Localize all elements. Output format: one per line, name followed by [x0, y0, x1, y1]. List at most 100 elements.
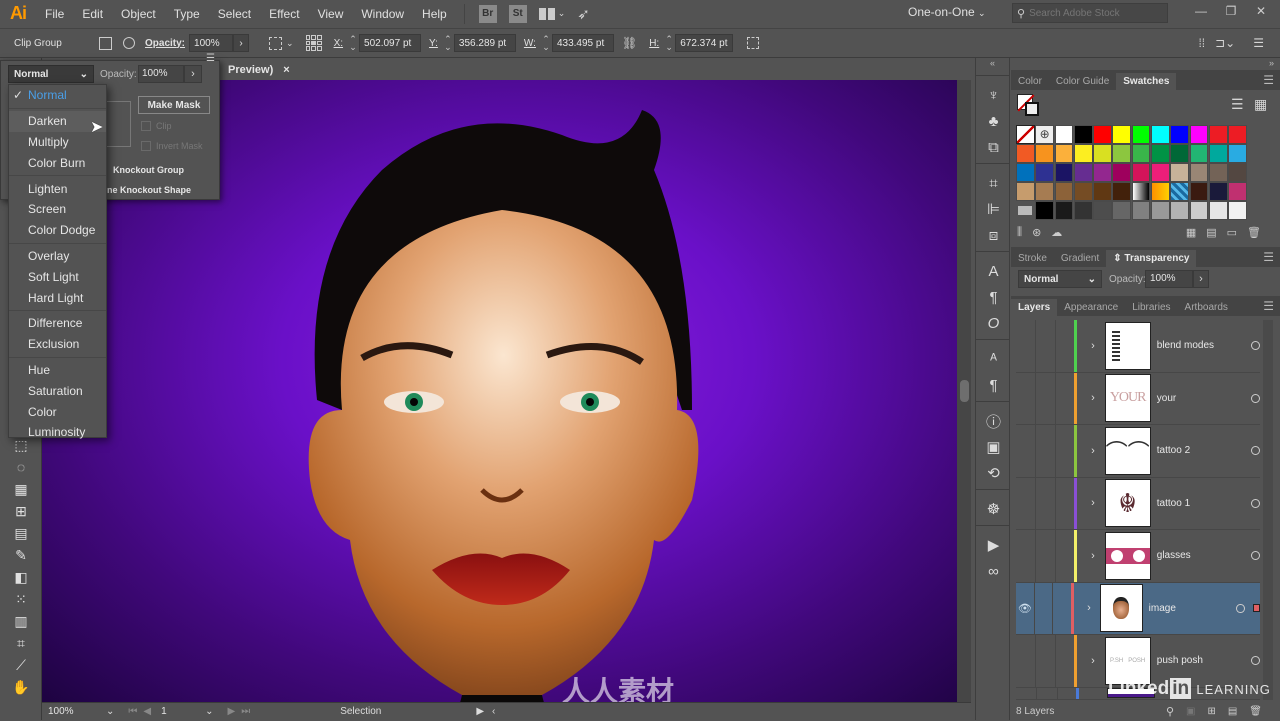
- menu-view[interactable]: View: [309, 7, 353, 21]
- list-view-icon[interactable]: ☰: [1231, 96, 1244, 113]
- zoom-level[interactable]: 100%: [44, 702, 106, 721]
- symbols-icon[interactable]: ♣: [976, 108, 1011, 134]
- slice-tool[interactable]: ⟋: [8, 654, 34, 676]
- make-clipping-mask-icon[interactable]: ▣: [1186, 706, 1195, 717]
- paragraph-styles-icon[interactable]: ¶: [976, 372, 1011, 398]
- make-mask-button[interactable]: Make Mask: [138, 96, 210, 114]
- chevron-down-icon[interactable]: ⌄: [106, 706, 114, 717]
- perspective-grid-tool[interactable]: ▦: [8, 478, 34, 500]
- previous-artboard-button[interactable]: ◀: [143, 706, 151, 717]
- swatch[interactable]: [1208, 163, 1228, 182]
- swatch[interactable]: [1228, 144, 1247, 163]
- w-field[interactable]: 433.495 pt: [551, 34, 614, 52]
- swatch[interactable]: [1054, 144, 1074, 163]
- swatch[interactable]: [1035, 201, 1054, 220]
- menu-help[interactable]: Help: [413, 7, 456, 21]
- chevron-down-icon[interactable]: ⌄: [205, 706, 213, 717]
- target-circle-icon[interactable]: [1251, 498, 1260, 508]
- tab-appearance[interactable]: Appearance: [1057, 299, 1125, 316]
- cc-libraries-icon[interactable]: ☁: [1051, 226, 1062, 239]
- opacity-mask-knockout-label[interactable]: ne Knockout Shape: [107, 185, 191, 195]
- blend-option-exclusion[interactable]: Exclusion: [9, 334, 106, 355]
- layer-name[interactable]: glasses: [1157, 550, 1244, 561]
- constrain-proportions-icon[interactable]: ⛓: [622, 36, 637, 50]
- swatch[interactable]: [1112, 144, 1132, 163]
- align-panel-icon[interactable]: ⊫: [976, 196, 1011, 222]
- swatch[interactable]: [1170, 144, 1189, 163]
- graphic-styles-icon[interactable]: ⧉: [976, 134, 1011, 160]
- document-info-icon[interactable]: ▣: [976, 434, 1011, 460]
- arrange-documents-button[interactable]: ⌄: [538, 7, 565, 20]
- swatch-group-folder[interactable]: [1016, 201, 1035, 220]
- swatch[interactable]: [1189, 144, 1209, 163]
- blend-option-difference[interactable]: Difference: [9, 313, 106, 334]
- swatch[interactable]: [1131, 182, 1151, 201]
- transform-options-icon[interactable]: [269, 36, 283, 50]
- bridge-button[interactable]: Br: [478, 4, 497, 23]
- blend-mode-select[interactable]: Normal ⌄: [8, 65, 94, 83]
- transform-panel-icon[interactable]: ⌗: [976, 170, 1011, 196]
- layer-row[interactable]: › ⌒⌒ tattoo 2: [1016, 425, 1260, 478]
- layer-row[interactable]: 👁 › image: [1016, 582, 1260, 635]
- hand-tool[interactable]: ✋: [8, 676, 34, 698]
- layer-name[interactable]: tattoo 2: [1157, 445, 1244, 456]
- h-field[interactable]: 672.374 pt: [675, 34, 734, 52]
- panel-menu-icon[interactable]: ☰: [206, 53, 215, 64]
- panel-menu-icon[interactable]: ☰: [1263, 250, 1274, 264]
- swatch[interactable]: [1189, 163, 1209, 182]
- character-icon[interactable]: A: [976, 258, 1011, 284]
- grid-view-icon[interactable]: ▦: [1254, 96, 1267, 113]
- lasso-tool[interactable]: ◌: [8, 456, 34, 478]
- blend-option-saturation[interactable]: Saturation: [9, 380, 106, 401]
- align-icon[interactable]: ⁞⁞: [1198, 36, 1205, 50]
- blend-option-hard-light[interactable]: Hard Light: [9, 287, 106, 308]
- swatch-none[interactable]: [1016, 125, 1035, 144]
- swatch[interactable]: [1170, 182, 1189, 201]
- opacity-label[interactable]: Opacity:: [145, 38, 185, 49]
- blend-option-screen[interactable]: Screen: [9, 199, 106, 220]
- opacity-field[interactable]: 100%: [189, 34, 234, 52]
- locate-object-icon[interactable]: ⚲: [1166, 705, 1174, 718]
- swatch[interactable]: [1093, 182, 1112, 201]
- menu-edit[interactable]: Edit: [73, 7, 112, 21]
- blend-option-color[interactable]: Color: [9, 401, 106, 422]
- target-circle-icon[interactable]: [1251, 656, 1260, 666]
- swatch[interactable]: [1093, 144, 1112, 163]
- layer-row[interactable]: › ☬ tattoo 1: [1016, 477, 1260, 530]
- info-icon[interactable]: ⓘ: [976, 408, 1011, 434]
- layer-name[interactable]: image: [1149, 603, 1229, 614]
- transform-icon[interactable]: [747, 37, 760, 49]
- create-new-layer-icon[interactable]: ▤: [1228, 706, 1237, 717]
- swatch[interactable]: [1054, 182, 1074, 201]
- restore-button[interactable]: ❐: [1216, 0, 1246, 22]
- clip-checkbox[interactable]: [141, 121, 151, 131]
- tab-gradient[interactable]: Gradient: [1054, 250, 1106, 267]
- expand-arrow-icon[interactable]: ›: [1083, 550, 1102, 562]
- swatch[interactable]: [1073, 182, 1093, 201]
- artboard-number[interactable]: 1: [157, 702, 206, 721]
- swatch[interactable]: [1093, 201, 1112, 220]
- swatch[interactable]: [1035, 144, 1054, 163]
- swatch[interactable]: [1208, 144, 1228, 163]
- panel-menu-icon[interactable]: ☰: [1263, 299, 1274, 313]
- menu-file[interactable]: File: [36, 7, 73, 21]
- blend-tool[interactable]: ◧: [8, 566, 34, 588]
- opentype-icon[interactable]: O: [976, 310, 1011, 336]
- mesh-tool[interactable]: ⊞: [8, 500, 34, 522]
- layer-name[interactable]: your: [1157, 393, 1244, 404]
- expand-arrow-icon[interactable]: ›: [1083, 497, 1102, 509]
- link-icon[interactable]: ∞: [976, 558, 1011, 584]
- tab-transparency[interactable]: ⇕ Transparency: [1106, 250, 1197, 267]
- eyedropper-tool[interactable]: ✎: [8, 544, 34, 566]
- swatch-registration[interactable]: ⊕: [1035, 125, 1054, 144]
- swatch[interactable]: [1131, 125, 1151, 144]
- transparency-opacity-field[interactable]: 100%: [1145, 270, 1193, 288]
- layer-row[interactable]: › YOUR your: [1016, 372, 1260, 425]
- minimize-button[interactable]: —: [1186, 0, 1216, 22]
- layers-scrollbar[interactable]: [1263, 320, 1273, 700]
- swatch[interactable]: [1112, 182, 1132, 201]
- menu-effect[interactable]: Effect: [260, 7, 308, 21]
- swatch[interactable]: [1150, 201, 1170, 220]
- visibility-toggle[interactable]: 👁: [1016, 602, 1034, 615]
- swatch[interactable]: [1112, 125, 1132, 144]
